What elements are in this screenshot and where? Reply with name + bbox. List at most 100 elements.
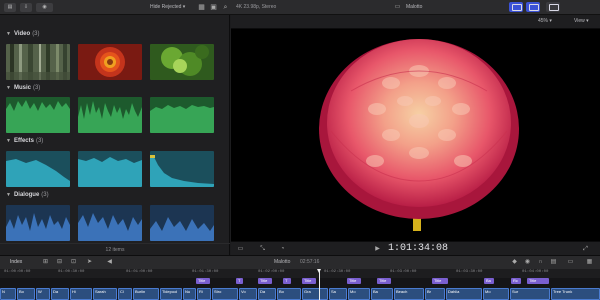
photos-button[interactable]: ◉	[36, 3, 53, 12]
browser-layout-button[interactable]	[509, 2, 523, 12]
clip-appearance-icon[interactable]: ▤	[548, 257, 559, 268]
video-clip[interactable]: Mo	[348, 288, 370, 300]
fullscreen-icon[interactable]: ⤢	[580, 244, 591, 255]
insert-clip-icon[interactable]: ⊟	[54, 257, 65, 268]
library-browser: ▼ Video (3) ▼ Music (3) ▼ Effects (3) ▼ …	[0, 15, 230, 255]
ruler-time-label: 01:03:00:00	[390, 270, 417, 274]
monitor-icon[interactable]: ▭	[235, 244, 246, 255]
video-clip[interactable]: Beach	[394, 288, 424, 300]
video-clip[interactable]: Hi	[70, 288, 92, 300]
video-clip[interactable]: Vo	[239, 288, 257, 300]
video-clip[interactable]: Cl	[118, 288, 132, 300]
timeline-tracks[interactable]: Title T Title T Title Title Title Title …	[0, 278, 600, 300]
ruler-time-label: 01:01:00:00	[126, 270, 153, 274]
title-clip[interactable]: T	[236, 278, 243, 284]
disclosure-triangle-icon[interactable]: ▼	[6, 191, 11, 200]
audio-skimming-icon[interactable]: ◆	[509, 257, 520, 268]
video-clip[interactable]: Gra	[302, 288, 328, 300]
music-clip-2[interactable]	[78, 97, 142, 133]
section-effects[interactable]: ▼ Effects (3)	[6, 137, 43, 146]
video-clip[interactable]: Sur	[510, 288, 550, 300]
timeline-ruler[interactable]: 01:00:00:00 01:00:30:00 01:01:00:00 01:0…	[0, 269, 600, 278]
back-arrow-icon[interactable]: ◀	[104, 257, 115, 268]
dialogue-clip-3[interactable]	[150, 205, 214, 241]
title-clip[interactable]: Rc	[511, 278, 521, 284]
import-button[interactable]: ⇩	[20, 3, 32, 12]
format-label: 4K 23.98p, Stereo	[236, 4, 277, 10]
effects-clip-1[interactable]	[6, 151, 70, 187]
video-clip[interactable]: Ri	[197, 288, 211, 300]
playhead[interactable]	[317, 269, 321, 300]
zoom-popup[interactable]: 45% ▾	[538, 17, 552, 26]
ruler-time-label: 01:00:30:00	[58, 270, 85, 274]
video-clip[interactable]: Dahlia	[446, 288, 482, 300]
effects-clip-3[interactable]	[150, 151, 214, 187]
video-clip[interactable]: Ba	[371, 288, 393, 300]
timeline-layout-button[interactable]	[526, 2, 540, 12]
video-clip[interactable]: Mo	[483, 288, 509, 300]
video-clip[interactable]: Nu	[183, 288, 196, 300]
search-icon[interactable]: ⌕	[220, 2, 231, 13]
title-clip[interactable]: Title	[432, 278, 448, 284]
video-thumb-forest[interactable]	[6, 44, 70, 80]
play-icon[interactable]: ▶	[372, 244, 383, 255]
title-clip[interactable]: Title	[196, 278, 210, 284]
ruler-time-label: 01:02:00:00	[258, 270, 285, 274]
title-clip[interactable]: Ba	[484, 278, 494, 284]
clip-appearance-icon[interactable]: ▦	[196, 2, 207, 13]
music-clip-1[interactable]	[6, 97, 70, 133]
title-clip[interactable]: Title	[347, 278, 361, 284]
ruler-time-label: 01:00:00:00	[4, 270, 31, 274]
dialogue-clip-2[interactable]	[78, 205, 142, 241]
dialogue-clip-1[interactable]	[6, 205, 70, 241]
speed-icon[interactable]: ◔	[277, 244, 288, 255]
view-popup[interactable]: View ▾	[574, 17, 589, 26]
disclosure-triangle-icon[interactable]: ▼	[6, 84, 11, 93]
zoom-slider-icon[interactable]: ▭	[565, 257, 576, 268]
section-video[interactable]: ▼ Video (3)	[6, 30, 40, 39]
transform-icon[interactable]: ⤡	[257, 244, 268, 255]
video-clip[interactable]: Da	[51, 288, 69, 300]
video-clip[interactable]: Bo	[277, 288, 301, 300]
index-button[interactable]: Index	[10, 258, 22, 267]
music-clip-3[interactable]	[150, 97, 214, 133]
section-dialogue[interactable]: ▼ Dialogue (3)	[6, 191, 49, 200]
effects-clip-2[interactable]	[78, 151, 142, 187]
title-clip[interactable]: Title	[258, 278, 272, 284]
title-clip[interactable]: T	[283, 278, 291, 284]
viewer: 45% ▾ View ▾ ▭ ⤡ ◔ ▶ 1:01:34:08 ⤢	[231, 15, 600, 255]
video-clip[interactable]: Sa	[329, 288, 347, 300]
filmstrip-icon[interactable]: ▣	[208, 2, 219, 13]
library-sidebar-button[interactable]: ▤	[4, 3, 16, 12]
title-clip[interactable]: Title	[377, 278, 391, 284]
append-clip-icon[interactable]: ⊡	[68, 257, 79, 268]
connect-clip-icon[interactable]: ⊞	[40, 257, 51, 268]
project-name: Malotto	[274, 259, 291, 265]
video-clip[interactable]: Sarah	[93, 288, 117, 300]
inspector-layout-button[interactable]	[546, 2, 560, 12]
video-clip[interactable]: Stro	[212, 288, 238, 300]
effects-browser-icon[interactable]: ▦	[584, 257, 595, 268]
video-clip[interactable]: Bo	[17, 288, 35, 300]
section-music[interactable]: ▼ Music (3)	[6, 84, 40, 93]
select-tool-icon[interactable]: ➤	[84, 257, 95, 268]
snapping-icon[interactable]: ∩	[535, 257, 546, 268]
video-clip[interactable]: Burlin	[133, 288, 159, 300]
title-clip[interactable]: Title	[302, 278, 316, 284]
video-clip[interactable]: Tree Trunk	[551, 288, 600, 300]
filter-popup[interactable]: Hide Rejected ▾	[150, 3, 185, 12]
video-clip[interactable]: Tidepool	[160, 288, 182, 300]
ruler-time-label: 01:04:00:00	[522, 270, 549, 274]
video-thumb-flower[interactable]	[78, 44, 142, 80]
video-clip[interactable]: W	[36, 288, 50, 300]
video-clip[interactable]: Br	[425, 288, 445, 300]
video-clip[interactable]: N	[0, 288, 16, 300]
video-clip[interactable]: Da	[258, 288, 276, 300]
video-thumb-leaves[interactable]	[150, 44, 214, 80]
disclosure-triangle-icon[interactable]: ▼	[6, 30, 11, 39]
view-label: View	[574, 18, 585, 24]
disclosure-triangle-icon[interactable]: ▼	[6, 137, 11, 146]
solo-icon[interactable]: ◉	[522, 257, 533, 268]
title-clip[interactable]: Title	[527, 278, 549, 284]
project-duration: 02:57:16	[300, 259, 320, 265]
